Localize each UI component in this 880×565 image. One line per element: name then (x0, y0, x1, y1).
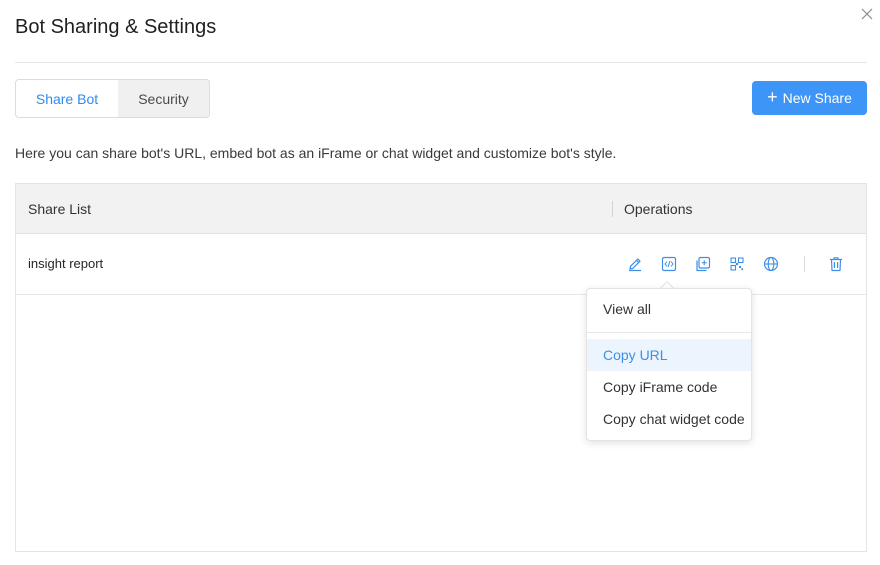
share-name: insight report (28, 256, 104, 271)
column-header-share-list: Share List (28, 201, 92, 217)
tab-security[interactable]: Security (118, 80, 209, 117)
copy-icon[interactable] (694, 255, 712, 273)
new-share-label: New Share (782, 90, 852, 106)
tab-share-bot[interactable]: Share Bot (16, 80, 118, 117)
operations-separator (804, 256, 805, 272)
close-icon[interactable] (859, 6, 875, 22)
plus-icon: + (767, 87, 778, 107)
globe-icon[interactable] (762, 255, 780, 273)
column-separator (612, 201, 613, 217)
share-dropdown-menu: View all Copy URL Copy iFrame code Copy … (586, 288, 752, 441)
table-header: Share List Operations (16, 184, 866, 234)
new-share-button[interactable]: + New Share (752, 81, 867, 115)
menu-item-copy-chat-widget-code[interactable]: Copy chat widget code (587, 403, 751, 435)
column-header-operations: Operations (624, 201, 693, 217)
qr-code-icon[interactable] (728, 255, 746, 273)
menu-divider (587, 332, 751, 333)
menu-item-view-all[interactable]: View all (587, 293, 751, 325)
description-text: Here you can share bot's URL, embed bot … (15, 145, 617, 161)
header-divider (15, 62, 867, 63)
menu-item-copy-url[interactable]: Copy URL (587, 339, 751, 371)
edit-icon[interactable] (626, 255, 644, 273)
table-row: insight report (16, 234, 866, 295)
menu-item-copy-iframe-code[interactable]: Copy iFrame code (587, 371, 751, 403)
embed-code-icon[interactable] (660, 255, 678, 273)
delete-icon[interactable] (827, 255, 845, 273)
tab-bar: Share Bot Security (15, 79, 210, 118)
dialog-title: Bot Sharing & Settings (15, 16, 217, 38)
